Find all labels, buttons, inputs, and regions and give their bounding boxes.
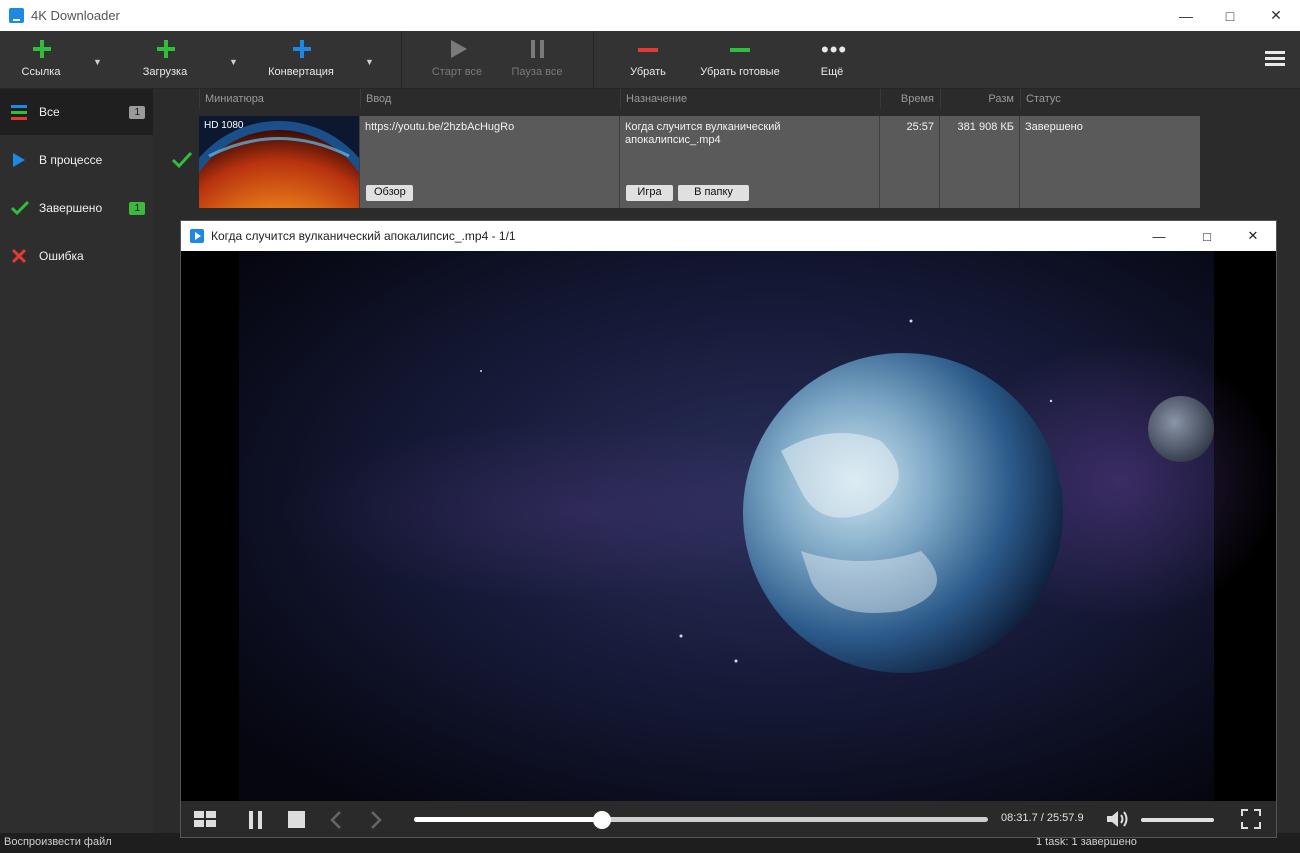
browse-button[interactable]: Обзор — [366, 185, 413, 201]
sidebar-item-all[interactable]: Все 1 — [0, 89, 153, 135]
app-window: 4K Downloader — □ ✕ Ссылка ▼ Загрузка ▼ … — [0, 0, 1300, 853]
toolbar-divider — [593, 31, 594, 89]
column-header[interactable]: Ввод — [360, 89, 619, 109]
pause-icon — [531, 40, 545, 58]
remove-button[interactable]: Убрать — [628, 31, 668, 89]
error-x-icon — [11, 248, 27, 264]
pause-all-button[interactable]: Пауза все — [510, 31, 564, 89]
status-cell: Завершено — [1019, 116, 1200, 208]
add-link-label: Ссылка — [21, 66, 61, 78]
plus-icon — [293, 40, 311, 58]
more-button[interactable]: ••• Ещё — [812, 31, 852, 89]
input-url: https://youtu.be/2hzbAcHugRo — [365, 121, 515, 133]
toolbar: Ссылка ▼ Загрузка ▼ Конвертация ▼ Старт … — [0, 31, 1300, 89]
download-label: Загрузка — [142, 66, 188, 78]
start-all-button[interactable]: Старт все — [430, 31, 484, 89]
sidebar: Все 1 В процессе Завершено 1 Ошибка — [0, 89, 153, 833]
remove-done-button[interactable]: Убрать готовые — [698, 31, 782, 89]
table-row[interactable]: HD 1080 https://youtu.be/2hzbAcHugRo Обз… — [199, 116, 1200, 208]
open-folder-button[interactable]: В папку — [678, 185, 749, 201]
sidebar-item-label: В процессе — [39, 153, 103, 167]
volume-fill — [1141, 818, 1214, 822]
size-cell: 381 908 КБ — [939, 116, 1019, 208]
chevron-down-icon[interactable]: ▼ — [229, 57, 238, 67]
close-button[interactable]: ✕ — [1253, 0, 1299, 31]
player-minimize-button[interactable]: — — [1136, 221, 1182, 251]
quality-label: HD 1080 — [204, 120, 244, 131]
convert-button[interactable]: Конвертация — [266, 31, 336, 89]
hamburger-menu-icon[interactable] — [1265, 51, 1285, 67]
column-header[interactable]: Назначение — [620, 89, 879, 109]
pause-all-label: Пауза все — [511, 66, 563, 78]
chevron-down-icon[interactable]: ▼ — [365, 57, 374, 67]
download-button[interactable]: Загрузка — [140, 31, 190, 89]
plus-icon — [33, 40, 51, 58]
app-logo-icon — [9, 8, 24, 23]
sidebar-item-label: Все — [39, 105, 60, 119]
toolbar-divider — [401, 31, 402, 89]
column-header[interactable]: Статус — [1020, 89, 1200, 109]
more-dots-icon: ••• — [821, 37, 848, 62]
column-header[interactable]: Разм — [940, 89, 1019, 109]
sidebar-item-label: Завершено — [39, 201, 103, 215]
convert-label: Конвертация — [268, 66, 334, 78]
pause-icon[interactable] — [248, 811, 264, 829]
player-logo-icon — [190, 229, 204, 243]
player-controls: 08:31.7 / 25:57.9 — [181, 801, 1276, 837]
sidebar-item-error[interactable]: Ошибка — [0, 233, 153, 279]
destination-cell: Когда случится вулканический апокалипсис… — [619, 116, 879, 208]
seek-handle[interactable] — [593, 811, 612, 829]
more-label: Ещё — [820, 66, 844, 78]
video-player-window: Когда случится вулканический апокалипсис… — [180, 220, 1277, 838]
playback-time: 08:31.7 / 25:57.9 — [1001, 812, 1084, 824]
player-maximize-button[interactable]: □ — [1184, 221, 1230, 251]
previous-icon[interactable] — [329, 810, 343, 830]
status-left-text: Воспроизвести файл — [4, 836, 112, 848]
chevron-down-icon[interactable]: ▼ — [93, 57, 102, 67]
stop-icon[interactable] — [288, 811, 305, 828]
list-icon — [11, 104, 27, 120]
column-header[interactable]: Время — [880, 89, 939, 109]
minus-icon — [638, 48, 658, 52]
volume-slider[interactable] — [1141, 818, 1214, 822]
player-title: Когда случится вулканический апокалипсис… — [211, 229, 516, 243]
column-header[interactable]: Миниатюра — [199, 89, 359, 109]
destination-filename: Когда случится вулканический апокалипсис… — [625, 121, 781, 146]
add-link-button[interactable]: Ссылка — [20, 31, 62, 89]
count-badge: 1 — [129, 105, 145, 119]
next-icon[interactable] — [369, 810, 383, 830]
fullscreen-icon[interactable] — [1241, 809, 1261, 829]
playlist-grid-icon[interactable] — [194, 811, 216, 827]
checkmark-icon — [10, 200, 30, 216]
player-close-button[interactable]: ✕ — [1230, 221, 1276, 251]
sidebar-item-completed[interactable]: Завершено 1 — [0, 185, 153, 231]
seek-bar[interactable] — [414, 811, 988, 829]
play-file-button[interactable]: Игра — [626, 185, 673, 201]
sidebar-item-in-progress[interactable]: В процессе — [0, 137, 153, 183]
sidebar-item-label: Ошибка — [39, 249, 84, 263]
minus-icon — [730, 48, 750, 52]
window-title: 4K Downloader — [31, 8, 120, 23]
video-frame[interactable] — [181, 251, 1276, 801]
title-bar: 4K Downloader — □ ✕ — [0, 0, 1300, 31]
player-title-bar: Когда случится вулканический апокалипсис… — [181, 221, 1276, 251]
input-cell: https://youtu.be/2hzbAcHugRo Обзор — [359, 116, 619, 208]
duration-cell: 25:57 — [879, 116, 939, 208]
volume-icon[interactable] — [1106, 809, 1130, 829]
play-icon — [451, 40, 467, 58]
plus-icon — [157, 40, 175, 58]
remove-label: Убрать — [630, 66, 666, 78]
count-badge: 1 — [129, 201, 145, 215]
row-completed-checkmark-icon — [171, 151, 193, 174]
seek-bar-fill — [414, 817, 603, 822]
remove-done-label: Убрать готовые — [700, 66, 780, 78]
play-icon — [11, 152, 27, 168]
minimize-button[interactable]: — — [1163, 0, 1209, 31]
video-thumbnail: HD 1080 — [199, 116, 359, 208]
start-all-label: Старт все — [431, 66, 483, 78]
maximize-button[interactable]: □ — [1207, 0, 1253, 31]
